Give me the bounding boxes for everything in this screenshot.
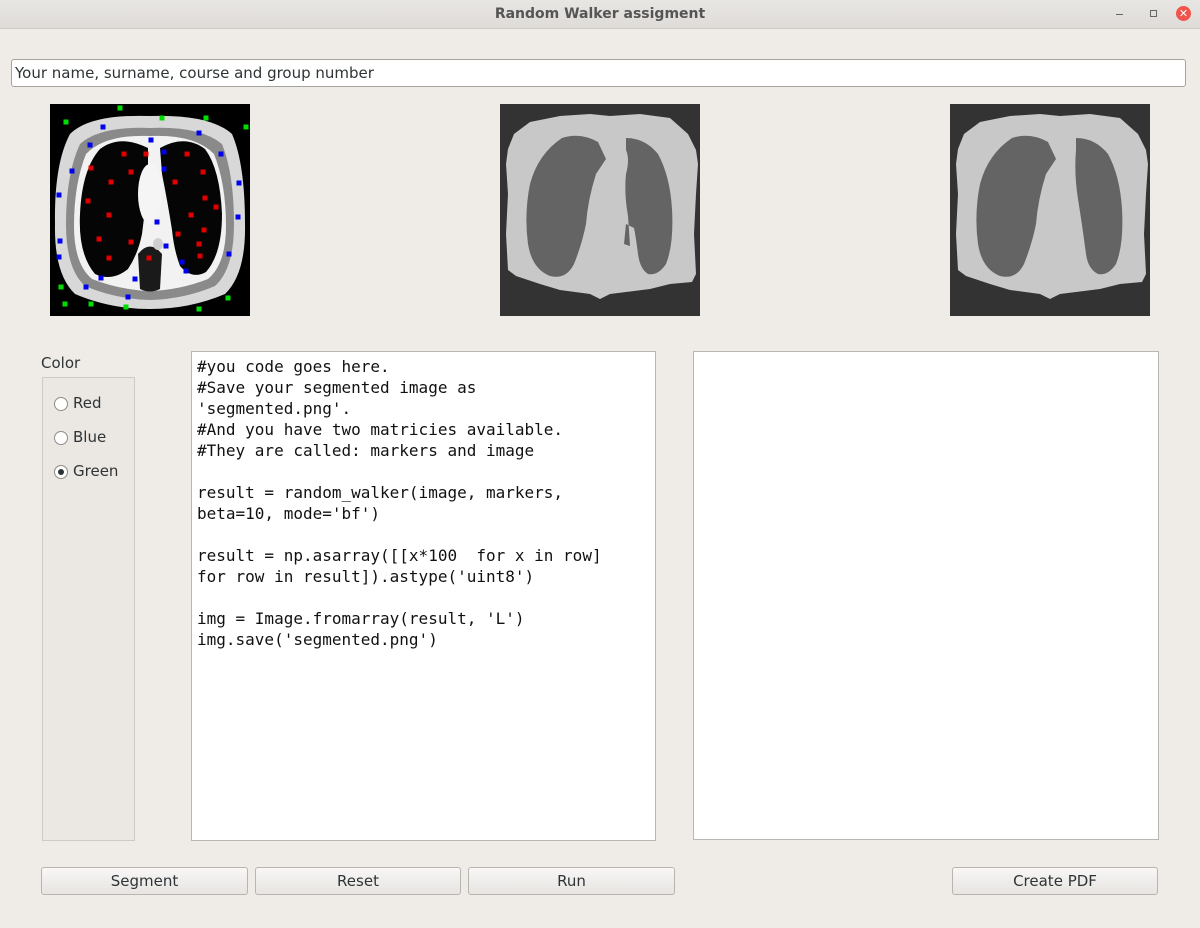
color-group-label: Color [41, 354, 81, 372]
seed-marker-red [175, 231, 181, 237]
seed-marker-red [143, 151, 149, 157]
ct-image-with-markers[interactable] [50, 104, 250, 316]
seed-marker-blue [100, 124, 106, 130]
seed-marker-red [106, 255, 112, 261]
seed-marker-red [172, 179, 178, 185]
segmented-svg [500, 104, 700, 316]
radio-button-green[interactable] [54, 465, 68, 479]
output-panel[interactable] [693, 351, 1159, 840]
seed-marker-red [128, 169, 134, 175]
ct-scan-svg [50, 104, 250, 316]
close-icon[interactable]: ✕ [1176, 6, 1191, 21]
maximize-icon[interactable] [1145, 6, 1161, 22]
seed-marker-red [213, 204, 219, 210]
reference-image [950, 104, 1150, 316]
seed-marker-green [58, 284, 64, 290]
seed-marker-blue [179, 259, 185, 265]
seed-marker-blue [235, 214, 241, 220]
reference-svg [950, 104, 1150, 316]
seed-marker-blue [154, 219, 160, 225]
title-bar: Random Walker assigment ✕ [0, 0, 1200, 29]
seed-marker-red [196, 241, 202, 247]
radio-label-green: Green [73, 462, 119, 480]
seed-marker-red [201, 227, 207, 233]
seed-marker-blue [132, 276, 138, 282]
seed-marker-blue [69, 168, 75, 174]
seed-marker-blue [87, 142, 93, 148]
radio-button-blue[interactable] [54, 431, 68, 445]
create-pdf-button[interactable]: Create PDF [952, 867, 1158, 895]
radio-button-red[interactable] [54, 397, 68, 411]
seed-marker-red [106, 212, 112, 218]
segmented-image [500, 104, 700, 316]
seed-marker-blue [183, 268, 189, 274]
seed-marker-blue [56, 254, 62, 260]
radio-label-blue: Blue [73, 428, 107, 446]
seed-marker-green [225, 295, 231, 301]
seed-marker-green [117, 105, 123, 111]
seed-marker-blue [98, 275, 104, 281]
seed-marker-blue [83, 284, 89, 290]
seed-marker-red [202, 195, 208, 201]
seed-marker-green [203, 115, 209, 121]
code-editor[interactable]: #you code goes here. #Save your segmente… [191, 351, 656, 841]
seed-marker-red [96, 236, 102, 242]
color-radio-group: Red Blue Green [42, 377, 135, 841]
seed-marker-blue [161, 166, 167, 172]
segment-button[interactable]: Segment [41, 867, 248, 895]
seed-marker-blue [196, 130, 202, 136]
seed-marker-red [85, 198, 91, 204]
seed-marker-red [146, 255, 152, 261]
seed-marker-blue [125, 294, 131, 300]
seed-marker-green [123, 304, 129, 310]
seed-marker-red [197, 253, 203, 259]
seed-marker-blue [236, 180, 242, 186]
radio-label-red: Red [73, 394, 102, 412]
minimize-icon[interactable] [1112, 6, 1128, 22]
run-button[interactable]: Run [468, 867, 675, 895]
seed-marker-green [62, 301, 68, 307]
seed-marker-green [196, 306, 202, 312]
seed-marker-blue [56, 192, 62, 198]
name-input[interactable] [11, 59, 1186, 87]
seed-marker-blue [226, 251, 232, 257]
seed-marker-green [88, 301, 94, 307]
seed-marker-blue [218, 151, 224, 157]
seed-marker-red [108, 179, 114, 185]
seed-marker-red [88, 165, 94, 171]
seed-marker-red [188, 212, 194, 218]
seed-marker-red [200, 169, 206, 175]
seed-marker-blue [148, 137, 154, 143]
seed-marker-red [184, 151, 190, 157]
seed-marker-blue [161, 149, 167, 155]
seed-marker-red [121, 151, 127, 157]
seed-marker-blue [57, 238, 63, 244]
reset-button[interactable]: Reset [255, 867, 461, 895]
seed-marker-green [243, 124, 249, 130]
seed-marker-red [128, 239, 134, 245]
seed-marker-blue [163, 243, 169, 249]
seed-marker-green [159, 115, 165, 121]
seed-marker-green [63, 119, 69, 125]
window-title: Random Walker assigment [494, 6, 706, 22]
